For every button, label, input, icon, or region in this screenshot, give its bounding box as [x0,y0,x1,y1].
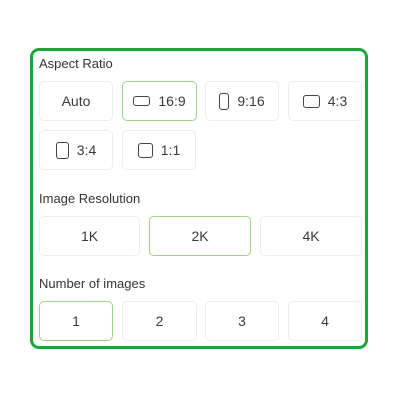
aspect-option-label: 16:9 [158,93,186,109]
landscape-rect-icon [133,96,151,106]
number-of-images-title: Number of images [39,276,146,291]
resolution-option-label: 4K [302,228,320,244]
landscape-rect-icon [302,94,320,108]
resolution-option-label: 1K [80,228,99,244]
image-count-option-3[interactable]: 3 [205,301,279,341]
aspect-option-1-1[interactable]: 1:1 [122,130,196,170]
aspect-option-label: 1:1 [160,142,181,158]
aspect-option-4-3[interactable]: 4:3 [288,81,362,121]
image-count-label: 2 [155,313,164,329]
image-resolution-title: Image Resolution [39,191,141,206]
image-count-label: 1 [72,313,80,329]
image-count-option-4[interactable]: 4 [288,301,362,341]
resolution-option-2k[interactable]: 2K [149,216,251,256]
portrait-rect-icon [219,92,230,110]
aspect-option-16-9[interactable]: 16:9 [122,81,197,121]
resolution-option-4k[interactable]: 4K [260,216,362,256]
aspect-option-auto[interactable]: Auto [39,81,113,121]
image-count-option-1[interactable]: 1 [39,301,113,341]
resolution-option-1k[interactable]: 1K [39,216,140,256]
aspect-option-3-4[interactable]: 3:4 [39,130,113,170]
aspect-option-label: Auto [61,93,91,109]
resolution-option-label: 2K [191,228,209,244]
image-count-label: 3 [238,313,246,329]
square-icon [137,142,153,158]
aspect-ratio-title: Aspect Ratio [39,56,113,71]
settings-panel: Aspect Ratio Auto 16:9 9:16 4:3 3:4 1:1 … [30,48,368,349]
image-count-option-2[interactable]: 2 [122,301,197,341]
portrait-rect-icon [55,141,69,159]
aspect-option-9-16[interactable]: 9:16 [205,81,279,121]
aspect-option-label: 9:16 [237,93,265,109]
image-count-label: 4 [321,313,329,329]
aspect-option-label: 3:4 [76,142,97,158]
aspect-option-label: 4:3 [327,93,348,109]
